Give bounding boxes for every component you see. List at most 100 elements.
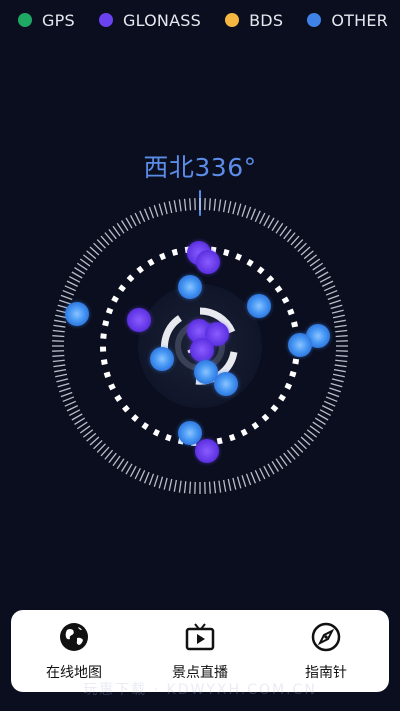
compass-tick [331,378,344,383]
compass-tick [89,436,100,446]
compass-tick [335,329,348,333]
nav-compass[interactable]: 指南针 [271,620,381,682]
compass-tick [64,400,77,407]
nav-online-map[interactable]: 在线地图 [19,620,129,682]
compass-tick [100,446,110,457]
compass-tick [319,275,331,283]
compass-icon [309,620,343,654]
compass-tick [335,354,348,357]
satellite-other[interactable] [213,371,239,397]
compass-tick [227,201,232,214]
compass-tick [325,396,338,403]
compass-tick [271,220,279,232]
compass-tick [309,425,321,434]
compass-tick [143,471,150,484]
compass-tick [334,364,347,368]
compass-tick [52,359,65,363]
compass-tick [178,199,182,212]
compass-tick [329,299,341,305]
compass-tick [306,254,318,263]
compass-tick [55,373,68,378]
compass-tick [330,304,343,310]
satellite-glonass[interactable] [126,307,152,333]
compass-tick [327,294,340,301]
compass-tick [129,465,137,477]
compass-tick [66,405,79,412]
compass-tick [321,280,334,287]
compass-tick [241,475,247,487]
compass-tick [108,452,117,464]
compass-tick [173,200,178,213]
satellite-other[interactable] [177,274,203,300]
compass-tick [74,417,86,425]
compass-tick [213,198,217,211]
compass-tick [297,242,307,252]
compass-tick [331,309,344,314]
compass-tick [183,198,187,211]
compass-tick [89,246,100,256]
compass-tick [327,391,340,398]
compass-tick [297,440,307,450]
satellite-glonass[interactable] [189,337,215,363]
compass-tick [168,201,173,214]
compass-tick [263,465,271,477]
compass-tick [71,413,83,421]
compass-tick [86,250,97,260]
compass-tick [104,449,114,460]
compass-tick [279,455,288,467]
compass-tick [158,203,164,216]
compass-tick [60,391,73,398]
compass-tick [116,222,125,234]
compass-tick [129,215,137,227]
compass-tick [54,368,67,373]
compass-tick [241,205,247,217]
compass-tick [263,215,271,227]
compass-tick [290,446,300,457]
compass-tick [53,324,66,328]
compass-tick [218,480,222,493]
compass-tick [74,267,86,275]
satellite-other[interactable] [287,332,313,358]
compass-tick [323,400,336,407]
compass-tick [236,476,242,489]
compass-tick [283,228,292,240]
compass-tick [134,212,141,225]
compass-tick [290,235,300,246]
satellite-glonass[interactable] [195,249,221,275]
compass-tick [52,335,65,338]
compass-tick [208,198,211,211]
compass-tick [153,475,159,487]
satellite-glonass[interactable] [194,438,220,464]
compass-tick [208,481,211,494]
compass-tick [227,478,232,491]
compass-tick [148,473,155,486]
compass-tick [300,246,311,256]
compass-tick [108,228,117,240]
compass-tick [82,254,94,263]
satellite-other[interactable] [64,301,90,327]
compass-tick [323,285,336,292]
compass-tick [275,222,284,234]
compass-tick [232,202,237,215]
compass-tick [283,452,292,464]
compass-tick [294,239,304,249]
compass-tick [271,460,279,472]
satellite-sky-plot[interactable] [0,0,400,711]
compass-tick [163,477,168,490]
satellite-other[interactable] [149,346,175,372]
compass-tick [259,467,266,480]
compass-tick [57,382,70,388]
nav-scenic-live[interactable]: 景点直播 [145,620,255,682]
compass-tick [250,208,257,221]
compass-tick [275,458,284,470]
compass-tick [59,387,71,393]
compass-tick [303,432,314,442]
compass-tick [125,217,133,229]
compass-tick [62,396,75,403]
compass-tick [329,387,341,393]
app-screen: GPS GLONASS BDS OTHER 西北336° 在线地图 景点直播 指… [0,0,400,711]
satellite-other[interactable] [246,293,272,319]
compass-tick [62,289,75,296]
compass-tick [335,335,348,338]
compass-tick [222,479,227,492]
